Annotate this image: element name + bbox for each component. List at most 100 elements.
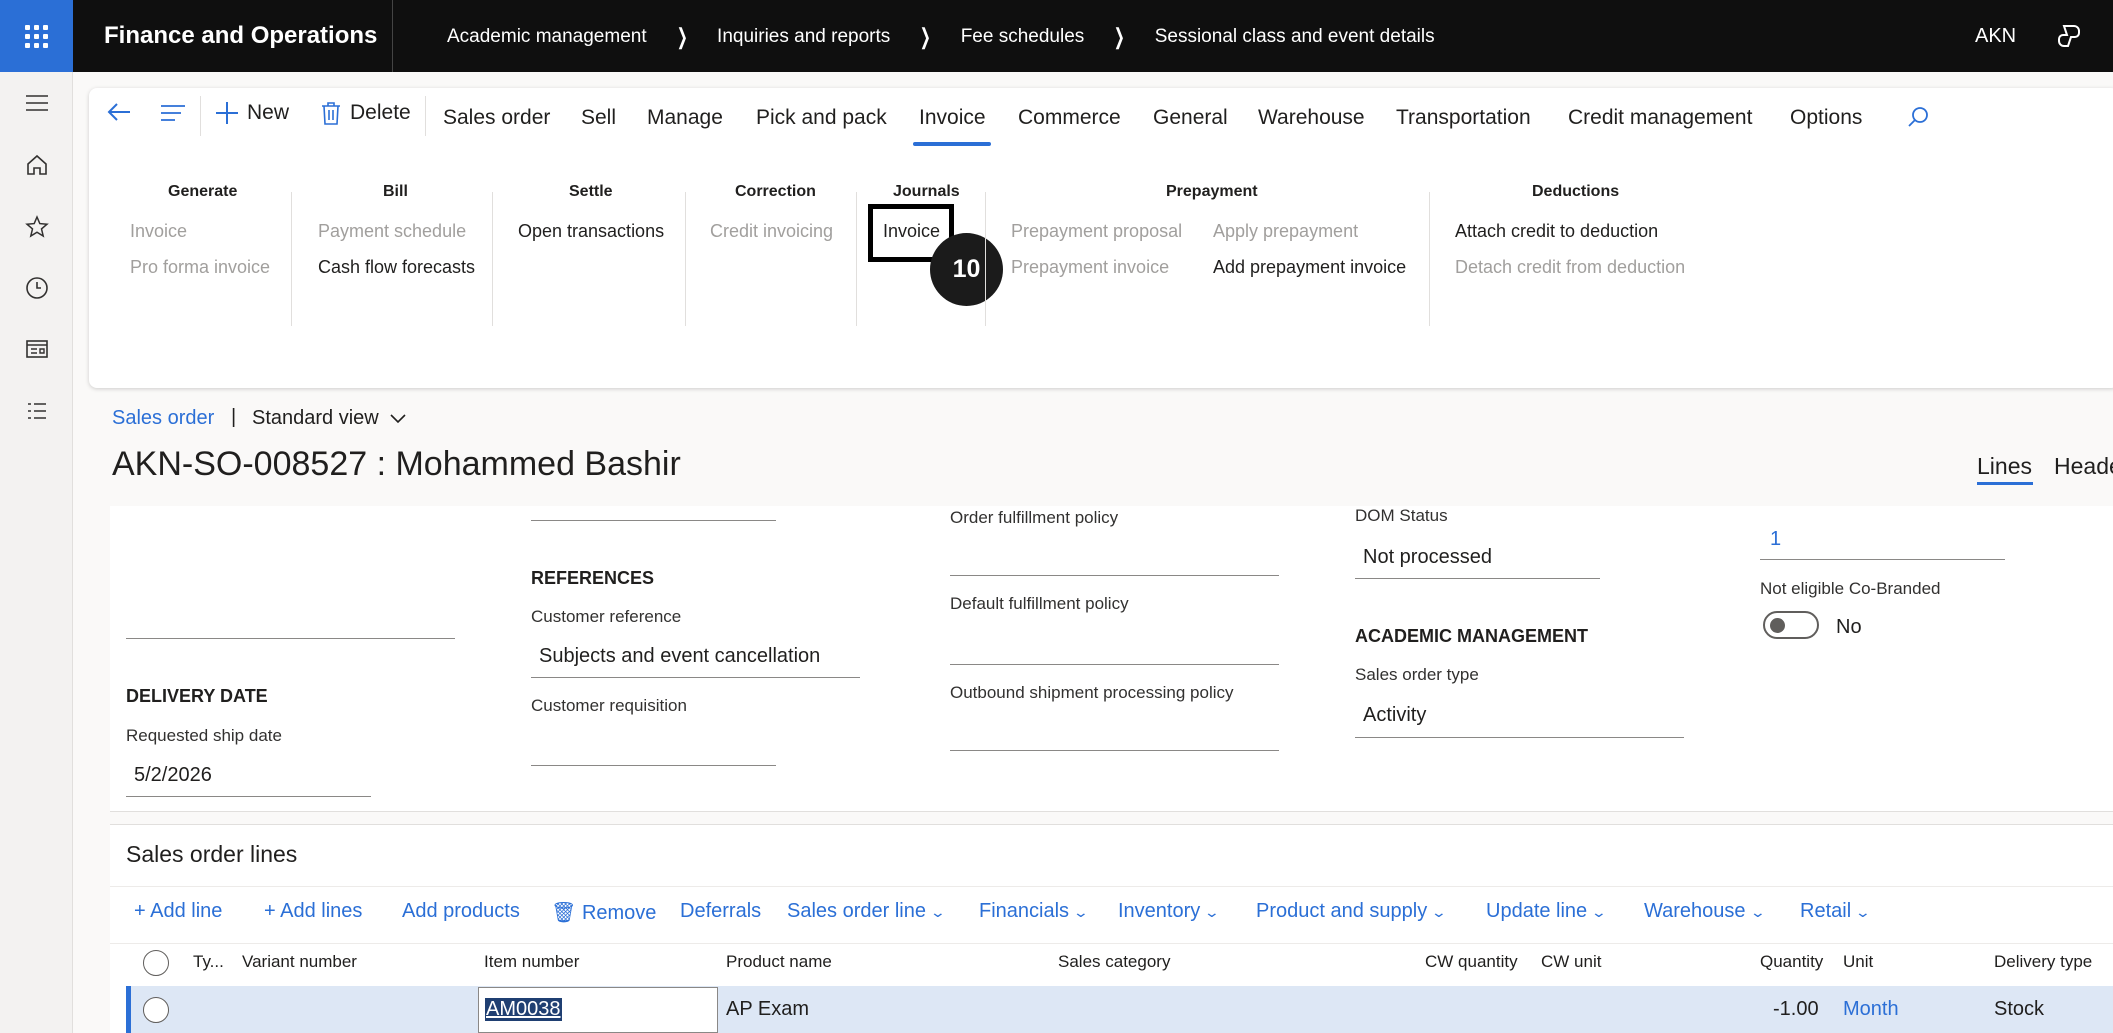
- breadcrumb-item[interactable]: Sessional class and event details: [1155, 26, 1435, 48]
- prepayment-invoice-item[interactable]: Prepayment invoice: [1011, 257, 1169, 278]
- order-fulfillment-policy-label: Order fulfillment policy: [950, 508, 1119, 527]
- column-header-delivery-type[interactable]: Delivery type: [1994, 952, 2092, 972]
- modules-list-icon[interactable]: [24, 398, 50, 424]
- warehouse-menu[interactable]: Warehouse ⌄: [1644, 900, 1766, 923]
- tab-sell[interactable]: Sell: [581, 106, 616, 130]
- menu-toggle-button[interactable]: [160, 104, 186, 122]
- delivery-type-cell[interactable]: Stock: [1994, 998, 2044, 1021]
- tab-commerce[interactable]: Commerce: [1018, 106, 1121, 130]
- delete-button-label: Delete: [350, 101, 411, 124]
- view-selector[interactable]: Standard view: [252, 407, 406, 430]
- default-fulfillment-policy-field[interactable]: [950, 664, 1279, 665]
- add-line-button[interactable]: + Add line: [134, 900, 222, 923]
- favorites-star-icon[interactable]: [24, 214, 50, 240]
- field-underline: [126, 638, 455, 639]
- add-prepayment-invoice-item[interactable]: Add prepayment invoice: [1213, 257, 1406, 278]
- warehouse-label: Warehouse: [1644, 900, 1746, 922]
- column-header-cw-unit[interactable]: CW unit: [1541, 952, 1601, 972]
- attach-credit-item[interactable]: Attach credit to deduction: [1455, 221, 1658, 242]
- add-line-label: Add line: [150, 900, 223, 922]
- breadcrumb-item[interactable]: Fee schedules: [961, 26, 1085, 48]
- retail-label: Retail: [1800, 900, 1852, 922]
- column-header-sales-category[interactable]: Sales category: [1058, 952, 1170, 972]
- select-all-radio[interactable]: [143, 950, 169, 976]
- column-header-item-number[interactable]: Item number: [484, 952, 579, 972]
- update-line-menu[interactable]: Update line ⌄: [1486, 900, 1607, 923]
- workspaces-icon[interactable]: [24, 336, 50, 362]
- sales-order-type-field[interactable]: Activity: [1363, 704, 1426, 727]
- requested-ship-date-label: Requested ship date: [126, 726, 282, 745]
- tab-lines[interactable]: Lines: [1977, 453, 2032, 480]
- item-number-input[interactable]: AM0038: [478, 987, 718, 1033]
- tab-invoice[interactable]: Invoice: [919, 106, 986, 130]
- academic-management-section: ACADEMIC MANAGEMENT: [1355, 626, 1588, 646]
- sales-order-line-menu[interactable]: Sales order line ⌄: [787, 900, 946, 923]
- tab-manage[interactable]: Manage: [647, 106, 723, 130]
- add-products-button[interactable]: Add products: [402, 900, 520, 923]
- order-fulfillment-policy-field[interactable]: [950, 575, 1279, 576]
- copilot-icon[interactable]: [2055, 22, 2083, 50]
- right-value-field[interactable]: 1: [1770, 528, 1781, 551]
- dom-status-field[interactable]: Not processed: [1363, 546, 1492, 569]
- left-nav: [0, 72, 73, 1033]
- tab-transportation[interactable]: Transportation: [1396, 106, 1531, 130]
- product-name-cell[interactable]: AP Exam: [726, 998, 809, 1021]
- column-header-type[interactable]: Ty...: [193, 952, 224, 972]
- customer-requisition-field[interactable]: [531, 765, 776, 766]
- home-icon[interactable]: [24, 152, 50, 178]
- payment-schedule-item[interactable]: Payment schedule: [318, 221, 466, 242]
- recent-clock-icon[interactable]: [24, 275, 50, 301]
- app-title[interactable]: Finance and Operations: [104, 22, 377, 50]
- breadcrumb-item[interactable]: Academic management: [447, 26, 647, 48]
- references-section: REFERENCES: [531, 568, 655, 588]
- apply-prepayment-item[interactable]: Apply prepayment: [1213, 221, 1358, 242]
- sales-order-link[interactable]: Sales order: [112, 407, 214, 430]
- customer-reference-field[interactable]: Subjects and event cancellation: [539, 645, 820, 668]
- credit-invoicing-item[interactable]: Credit invoicing: [710, 221, 833, 242]
- delete-button[interactable]: Delete: [320, 101, 411, 125]
- column-header-variant-number[interactable]: Variant number: [242, 952, 357, 972]
- deferrals-button[interactable]: Deferrals: [680, 900, 761, 923]
- user-initials[interactable]: AKN: [1975, 25, 2016, 48]
- generate-invoice-item[interactable]: Invoice: [130, 221, 187, 242]
- inventory-menu[interactable]: Inventory ⌄: [1118, 900, 1220, 923]
- co-branded-toggle[interactable]: [1763, 611, 1819, 639]
- tab-warehouse[interactable]: Warehouse: [1258, 106, 1365, 130]
- prepayment-proposal-item[interactable]: Prepayment proposal: [1011, 221, 1182, 242]
- breadcrumb-item[interactable]: Inquiries and reports: [717, 26, 890, 48]
- chevron-down-icon: ⌄: [1854, 904, 1872, 920]
- product-and-supply-menu[interactable]: Product and supply ⌄: [1256, 900, 1447, 923]
- hamburger-icon[interactable]: [24, 90, 50, 116]
- requested-ship-date-field[interactable]: 5/2/2026: [134, 764, 212, 787]
- new-button[interactable]: New: [215, 101, 289, 125]
- tab-sales-order[interactable]: Sales order: [443, 106, 550, 130]
- detach-credit-item[interactable]: Detach credit from deduction: [1455, 257, 1685, 278]
- add-lines-button[interactable]: + Add lines: [264, 900, 362, 923]
- open-transactions-item[interactable]: Open transactions: [518, 221, 664, 242]
- remove-label: Remove: [581, 902, 657, 924]
- unit-cell[interactable]: Month: [1843, 998, 1899, 1021]
- group-title-settle: Settle: [569, 183, 613, 200]
- tab-pick-and-pack[interactable]: Pick and pack: [756, 106, 887, 130]
- pro-forma-invoice-item[interactable]: Pro forma invoice: [130, 257, 270, 278]
- app-launcher-button[interactable]: [0, 0, 73, 72]
- tab-credit-management[interactable]: Credit management: [1568, 106, 1752, 130]
- remove-button[interactable]: 🗑 Remove: [551, 900, 656, 925]
- financials-menu[interactable]: Financials ⌄: [979, 900, 1089, 923]
- row-select-radio[interactable]: [143, 997, 169, 1023]
- tab-options[interactable]: Options: [1790, 106, 1862, 130]
- quantity-cell[interactable]: -1.00: [1773, 998, 1819, 1021]
- item-number-value: AM0038: [485, 998, 562, 1021]
- column-header-unit[interactable]: Unit: [1843, 952, 1873, 972]
- column-header-product-name[interactable]: Product name: [726, 952, 832, 972]
- retail-menu[interactable]: Retail ⌄: [1800, 900, 1872, 923]
- tab-general[interactable]: General: [1153, 106, 1228, 130]
- column-header-cw-quantity[interactable]: CW quantity: [1425, 952, 1518, 972]
- outbound-policy-field[interactable]: [950, 750, 1279, 751]
- cash-flow-forecasts-item[interactable]: Cash flow forecasts: [318, 257, 475, 278]
- plus-icon: [216, 102, 238, 124]
- back-button[interactable]: [106, 101, 132, 123]
- search-icon[interactable]: [1907, 106, 1929, 128]
- tab-header[interactable]: Heade: [2054, 453, 2113, 480]
- column-header-quantity[interactable]: Quantity: [1760, 952, 1823, 972]
